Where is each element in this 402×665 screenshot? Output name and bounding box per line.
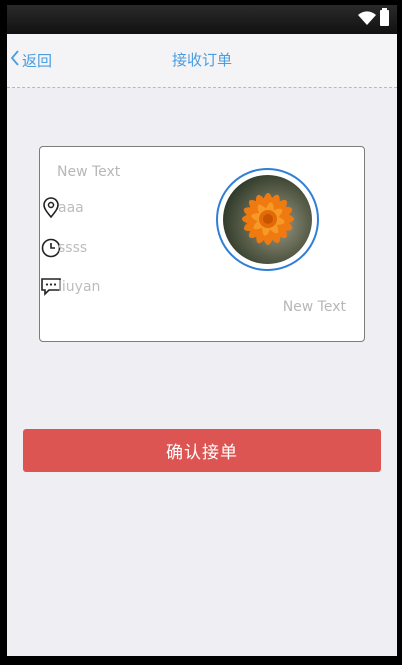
wifi-icon (357, 11, 377, 30)
order-card: New Text aaa ssss liuyan New Text (39, 146, 365, 342)
card-footer-text: New Text (282, 299, 346, 315)
address-value: aaa (58, 200, 84, 216)
card-title: New Text (57, 164, 121, 180)
status-bar (7, 5, 397, 34)
app-screen: 返回 接收订单 New Text aaa ssss liuyan New Tex… (7, 5, 397, 656)
navigation-bar: 返回 接收订单 (7, 34, 397, 88)
avatar[interactable] (216, 168, 319, 271)
message-row: liuyan (40, 276, 100, 298)
time-row: ssss (40, 237, 87, 259)
message-value: liuyan (58, 279, 101, 295)
time-value: ssss (58, 240, 88, 256)
confirm-order-button[interactable]: 确认接单 (23, 429, 381, 472)
avatar-photo (223, 175, 312, 264)
page-title: 接收订单 (171, 51, 232, 69)
address-row: aaa (40, 197, 84, 219)
battery-icon (380, 8, 389, 26)
